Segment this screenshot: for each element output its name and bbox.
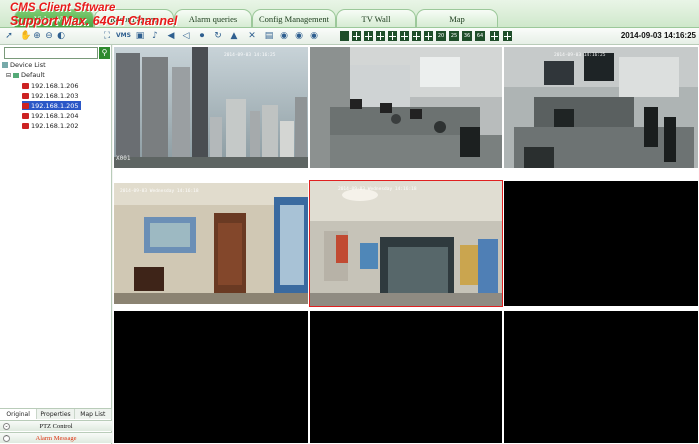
tree-device-selected[interactable]: 192.168.1.205: [22, 101, 81, 110]
osd-timestamp: 2014-09-03 14:16:25: [224, 53, 276, 58]
camera-icon: [22, 102, 29, 109]
office-feed: [310, 47, 502, 168]
tab-properties[interactable]: Properties: [37, 409, 75, 419]
sequence-icon[interactable]: [503, 31, 512, 41]
screen-icon[interactable]: ▤: [264, 31, 274, 41]
device-label: 192.168.1.202: [31, 121, 79, 130]
osd-timestamp: 2014-09-03 Wednesday 14:16:18: [338, 187, 417, 192]
camera-icon[interactable]: ▣: [135, 31, 145, 41]
video-grid: 2014-09-03 14:16:25 X001 2014-09-03 14:1…: [113, 45, 699, 444]
tree-device[interactable]: 192.168.1.202: [22, 121, 81, 130]
fullscreen-icon[interactable]: ⛶: [102, 31, 112, 41]
next-icon[interactable]: ◉: [309, 31, 319, 41]
corridor-feed: [310, 181, 502, 306]
device-panel: ⚲ Device List ⊟ Default 192.168.1.206 19…: [0, 45, 112, 444]
video-cell-9-empty[interactable]: [504, 311, 698, 443]
video-cell-5-selected[interactable]: 2014-09-03 Wednesday 14:16:18: [309, 180, 503, 307]
split-13-icon[interactable]: [412, 31, 421, 41]
split-9-icon[interactable]: [388, 31, 397, 41]
volume-icon[interactable]: ◁: [181, 31, 191, 41]
tab-alarm-queries[interactable]: Alarm queries: [174, 9, 252, 27]
panel-tabs: Original Properties Map List: [0, 408, 112, 419]
osd-timestamp: 2014-09-03 Wednesday 14:16:18: [120, 189, 199, 194]
color-icon[interactable]: ◐: [56, 31, 66, 41]
split-1-icon[interactable]: [340, 31, 349, 41]
custom-split-icon[interactable]: [490, 31, 499, 41]
speaker-icon[interactable]: ◀: [166, 31, 176, 41]
tab-map[interactable]: Map: [416, 9, 498, 27]
folder-icon: [13, 72, 20, 78]
video-cell-3[interactable]: 2014-09-03 14:16:25: [504, 47, 698, 168]
video-cell-6-empty[interactable]: [504, 181, 698, 306]
chevron-down-icon[interactable]: ⌄: [3, 423, 10, 430]
camera-icon: [22, 82, 29, 89]
video-cell-7-empty[interactable]: [114, 311, 308, 443]
search-icon[interactable]: ⚲: [99, 47, 110, 59]
microphone-icon[interactable]: ♪: [150, 31, 160, 41]
device-search-input[interactable]: [4, 47, 98, 59]
alarm-message-bar[interactable]: ⌃ Alarm Message: [0, 432, 112, 443]
device-label: 192.168.1.204: [31, 111, 79, 120]
monitor-icon: [2, 62, 8, 68]
osd-camera-label: X001: [116, 155, 131, 162]
split-25-button[interactable]: 25: [449, 31, 459, 41]
video-cell-4[interactable]: 2014-09-03 Wednesday 14:16:18: [114, 183, 308, 304]
record-icon[interactable]: ⏺: [197, 31, 207, 41]
split-10-icon[interactable]: [400, 31, 409, 41]
device-list-header: Device List: [2, 61, 46, 69]
ptz-control-bar[interactable]: ⌄ PTZ Control: [0, 420, 112, 431]
video-cell-2[interactable]: [310, 47, 502, 168]
tree-device[interactable]: 192.168.1.204: [22, 111, 81, 120]
meeting-room-feed: [504, 47, 698, 168]
promo-watermark: CMS Client Sftware Support Max. 64CH Cha…: [10, 2, 177, 28]
split-36-button[interactable]: 36: [462, 31, 472, 41]
split-4-icon[interactable]: [352, 31, 361, 41]
device-label: 192.168.1.206: [31, 81, 79, 90]
current-datetime: 2014-09-03 14:16:25: [620, 31, 696, 40]
prev-icon[interactable]: ◉: [279, 31, 289, 41]
tab-original[interactable]: Original: [0, 409, 38, 419]
city-view-feed: [114, 47, 308, 168]
device-label: 192.168.1.205: [31, 101, 79, 110]
alarm-label: Alarm Message: [35, 435, 77, 442]
split-6-icon[interactable]: [364, 31, 373, 41]
tab-map-list[interactable]: Map List: [75, 409, 112, 419]
ptz-label: PTZ Control: [39, 423, 73, 430]
expand-icon[interactable]: ⊟: [6, 72, 11, 79]
video-toolbar: ➚ ✋ ⊕ ⊖ ◐ ⛶ VMS ▣ ♪ ◀ ◁ ⏺ ↻ ▲ ✕ ▤ ◉ ◉ ◉ …: [0, 28, 699, 45]
device-list-label: Device List: [10, 61, 46, 69]
tab-tv-wall[interactable]: TV Wall: [336, 9, 416, 27]
group-label: Default: [21, 71, 45, 79]
hand-icon[interactable]: ✋: [20, 31, 31, 41]
osd-timestamp: 2014-09-03 14:16:25: [554, 53, 606, 58]
split-20-button[interactable]: 20: [436, 31, 446, 41]
alarm-icon[interactable]: ▲: [229, 31, 239, 41]
zoom-in-icon[interactable]: ⊕: [32, 31, 42, 41]
pointer-icon[interactable]: ➚: [4, 31, 14, 41]
play-icon[interactable]: ◉: [294, 31, 304, 41]
camera-icon: [22, 122, 29, 129]
chevron-up-icon[interactable]: ⌃: [3, 435, 10, 442]
tab-config-management[interactable]: Config Management: [252, 9, 336, 27]
tree-device[interactable]: 192.168.1.206: [22, 81, 81, 90]
split-64-button[interactable]: 64: [475, 31, 485, 41]
camera-icon: [22, 112, 29, 119]
video-cell-1[interactable]: 2014-09-03 14:16:25 X001: [114, 47, 308, 168]
tree-device[interactable]: 192.168.1.203: [22, 91, 81, 100]
vms-button[interactable]: VMS: [116, 31, 131, 41]
camera-icon: [22, 92, 29, 99]
device-label: 192.168.1.203: [31, 91, 79, 100]
zoom-out-icon[interactable]: ⊖: [44, 31, 54, 41]
map-office-feed: [114, 183, 308, 304]
split-8-icon[interactable]: [376, 31, 385, 41]
watermark-line-2: Support Max. 64CH Channel: [10, 14, 178, 28]
refresh-icon[interactable]: ↻: [213, 31, 223, 41]
cross-icon[interactable]: ✕: [247, 31, 257, 41]
split-16-icon[interactable]: [424, 31, 433, 41]
tree-group-default[interactable]: ⊟ Default: [6, 71, 45, 79]
video-cell-8-empty[interactable]: [310, 311, 502, 443]
